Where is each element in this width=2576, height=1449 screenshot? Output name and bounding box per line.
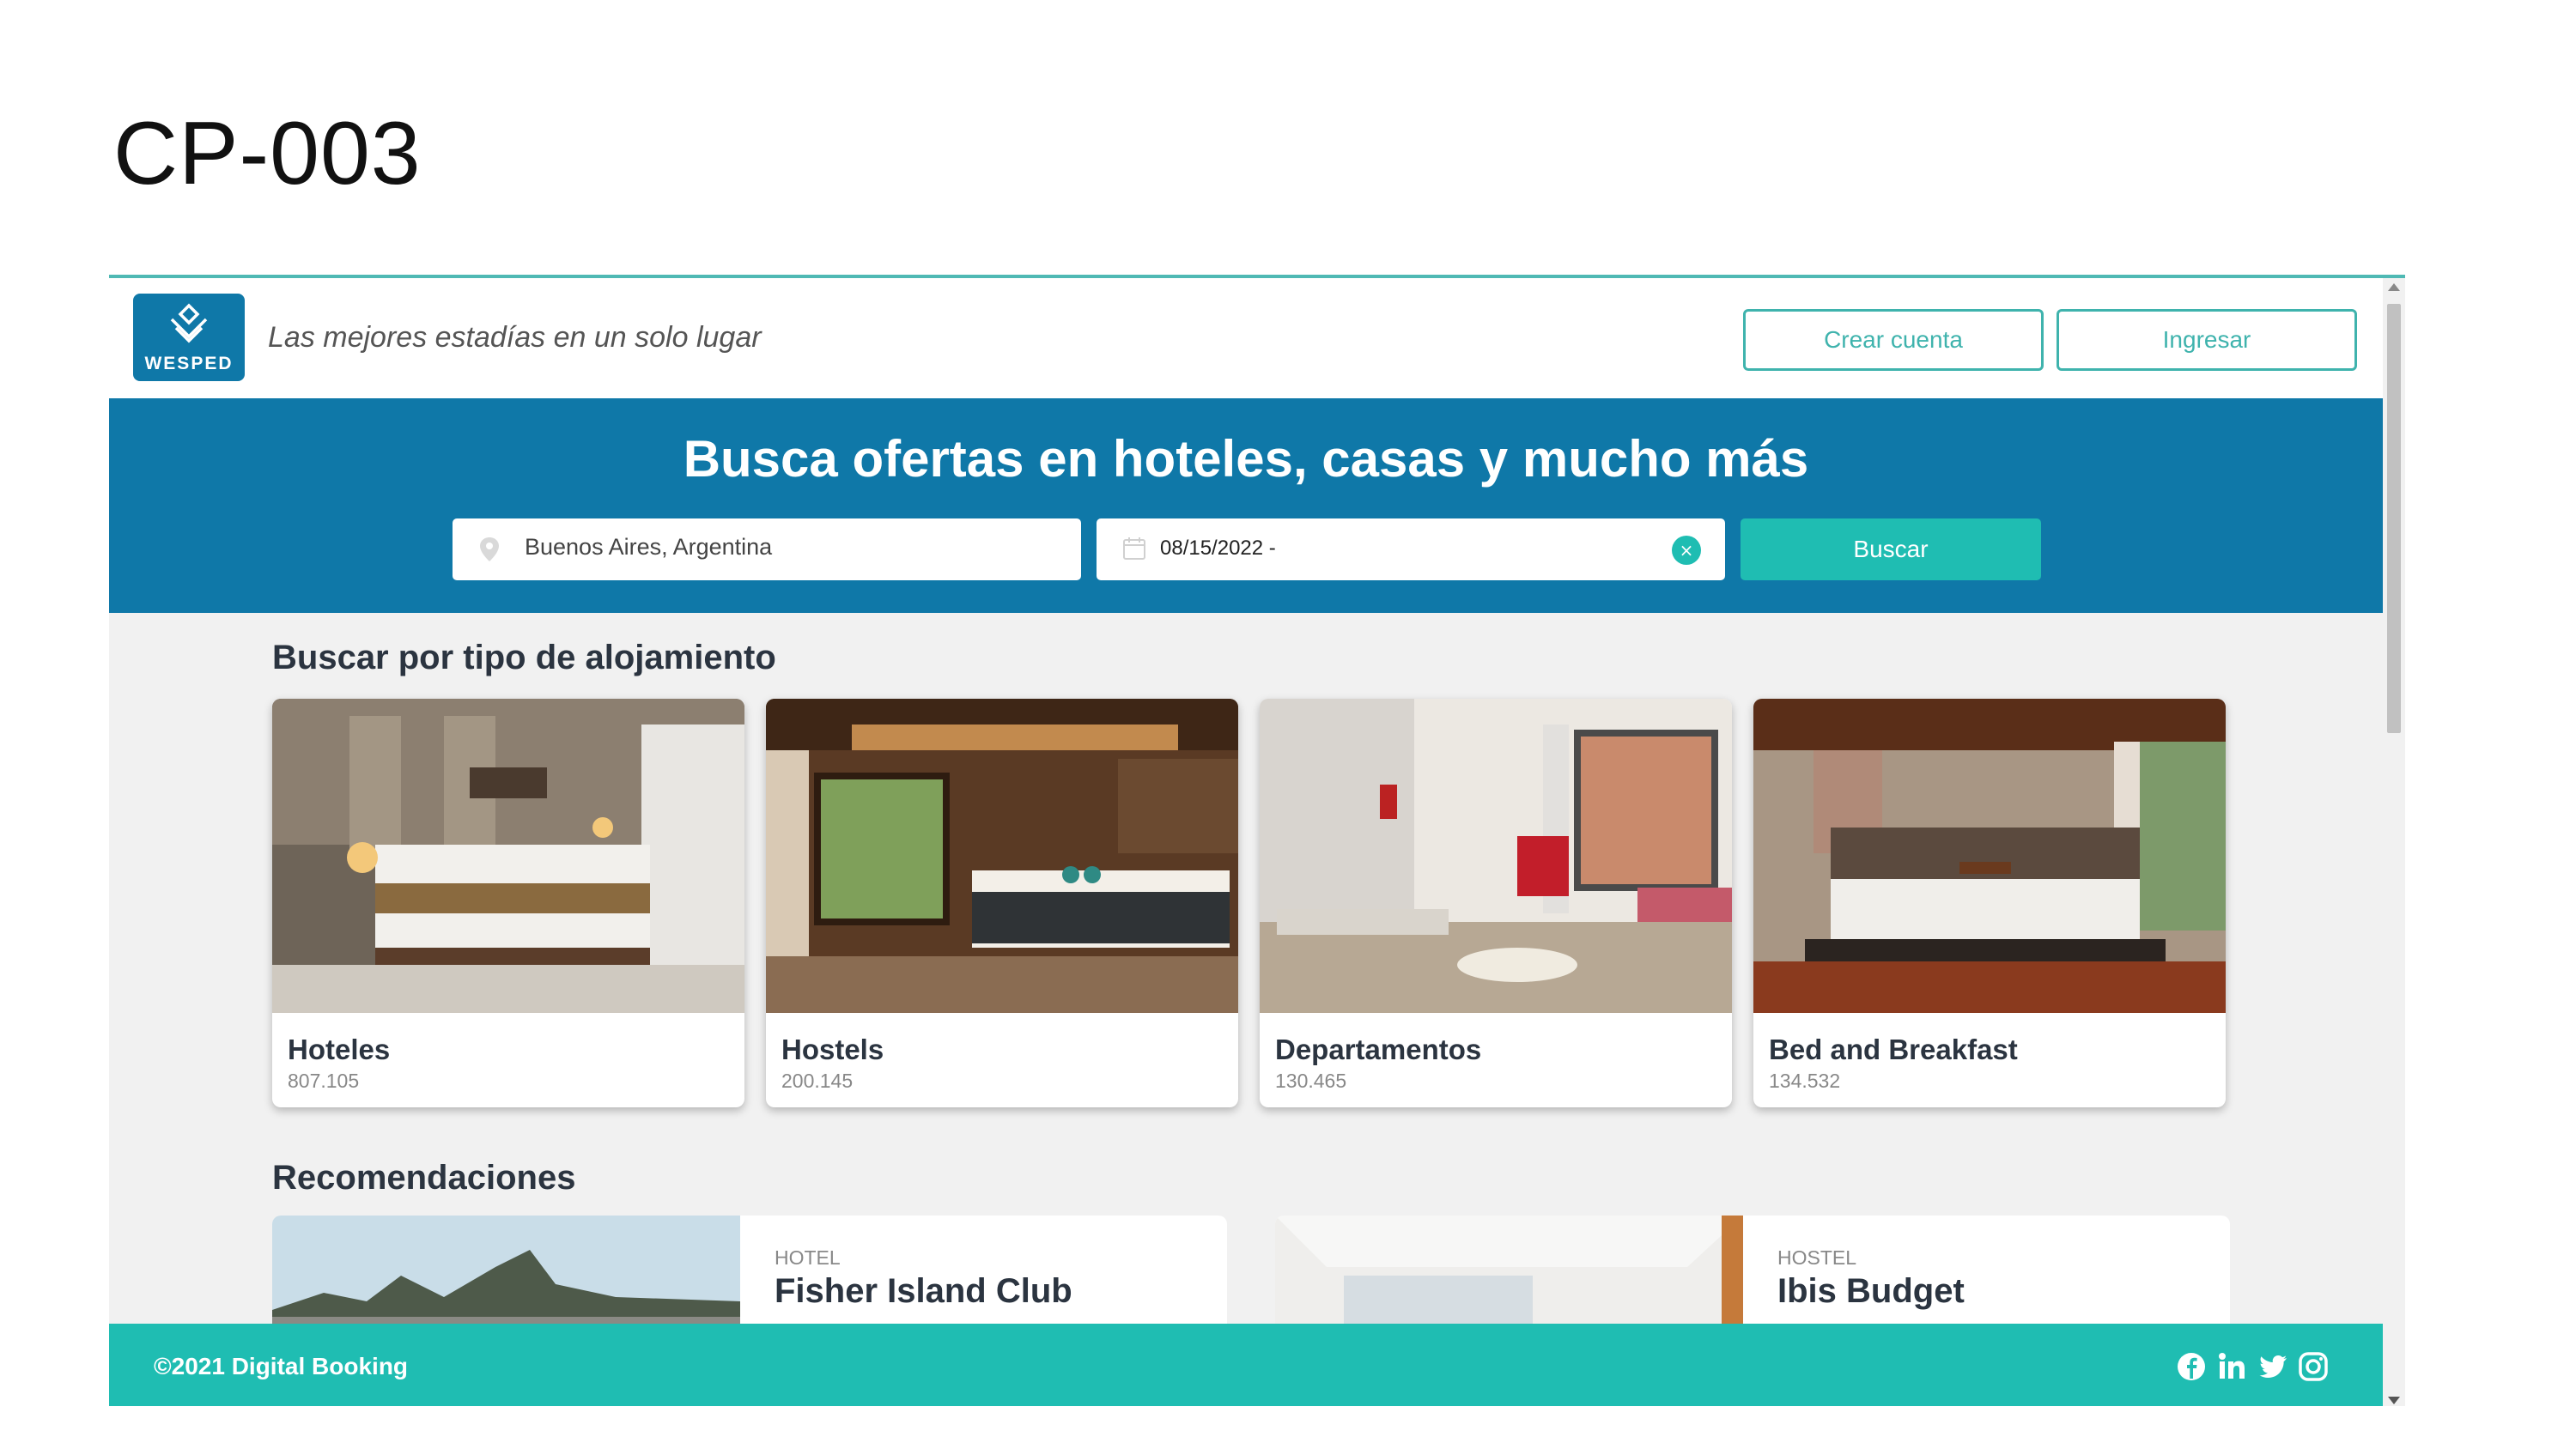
category-card-bed-and-breakfast[interactable]: Bed and Breakfast 134.532 — [1753, 699, 2226, 1107]
recommendation-category: HOTEL — [775, 1246, 841, 1269]
category-count: 807.105 — [288, 1070, 360, 1092]
category-card-hotels[interactable]: Hoteles 807.105 — [272, 699, 744, 1107]
facebook-icon[interactable] — [2174, 1349, 2208, 1384]
slide-title: CP-003 — [113, 104, 422, 203]
copyright-text: ©2021 Digital Booking — [154, 1353, 409, 1379]
create-account-button[interactable]: Crear cuenta — [1743, 309, 2044, 371]
recommendation-card[interactable]: HOTEL Fisher Island Club — [272, 1216, 1227, 1336]
category-name: Hostels — [781, 1034, 884, 1065]
page-scrollbar[interactable] — [2383, 278, 2405, 1406]
recommendation-name: Ibis Budget — [1777, 1272, 1965, 1310]
site-footer: ©2021 Digital Booking — [109, 1324, 2383, 1406]
tagline: Las mejores estadías en un solo lugar — [268, 321, 762, 354]
recommendation-card[interactable]: HOSTEL Ibis Budget — [1275, 1216, 2230, 1336]
search-button[interactable]: Buscar — [1741, 518, 2041, 580]
scroll-up-arrow-icon[interactable] — [2388, 283, 2400, 291]
site-header: WESPED Las mejores estadías en un solo l… — [109, 278, 2383, 398]
category-card-hostels[interactable]: Hostels 200.145 — [766, 699, 1238, 1107]
city-coast-image — [272, 1216, 740, 1336]
logo-mark-icon — [170, 303, 208, 343]
logo-text: WESPED — [144, 354, 234, 373]
category-count: 200.145 — [781, 1070, 854, 1092]
hero-title: Busca ofertas en hoteles, casas y mucho … — [683, 430, 1809, 488]
recommendation-name: Fisher Island Club — [775, 1272, 1072, 1310]
browser-window: WESPED Las mejores estadías en un solo l… — [109, 275, 2405, 1406]
category-name: Departamentos — [1275, 1034, 1482, 1065]
recommendations-title: Recomendaciones — [272, 1159, 576, 1197]
clear-date-button[interactable]: × — [1672, 536, 1701, 565]
category-name: Hoteles — [288, 1034, 391, 1065]
calendar-icon — [1123, 537, 1145, 560]
category-card-apartments[interactable]: Departamentos 130.465 — [1260, 699, 1732, 1107]
bed-and-breakfast-image — [1753, 699, 2226, 1013]
location-input[interactable]: Buenos Aires, Argentina — [453, 518, 1081, 580]
date-value: 08/15/2022 - — [1160, 537, 1276, 560]
instagram-icon[interactable] — [2296, 1349, 2330, 1384]
scroll-down-arrow-icon[interactable] — [2388, 1397, 2400, 1404]
hotel-room-image — [272, 699, 744, 1013]
location-pin-icon — [480, 537, 499, 561]
apartment-image — [1260, 699, 1732, 1013]
category-count: 134.532 — [1769, 1070, 1841, 1092]
login-button[interactable]: Ingresar — [2057, 309, 2357, 371]
category-name: Bed and Breakfast — [1769, 1034, 2018, 1065]
twitter-icon[interactable] — [2256, 1349, 2290, 1384]
date-range-input[interactable]: 08/15/2022 - × — [1097, 518, 1725, 580]
category-count: 130.465 — [1275, 1070, 1347, 1092]
linkedin-icon[interactable] — [2215, 1349, 2250, 1384]
location-value: Buenos Aires, Argentina — [525, 534, 773, 560]
wesped-logo[interactable]: WESPED — [133, 294, 245, 381]
search-hero: Busca ofertas en hoteles, casas y mucho … — [109, 398, 2383, 613]
scroll-thumb[interactable] — [2387, 304, 2401, 733]
recommendation-category: HOSTEL — [1777, 1246, 1857, 1269]
categories-title: Buscar por tipo de alojamiento — [272, 639, 776, 676]
hostel-room-image — [766, 699, 1238, 1013]
hostel-interior-image — [1275, 1216, 1743, 1336]
